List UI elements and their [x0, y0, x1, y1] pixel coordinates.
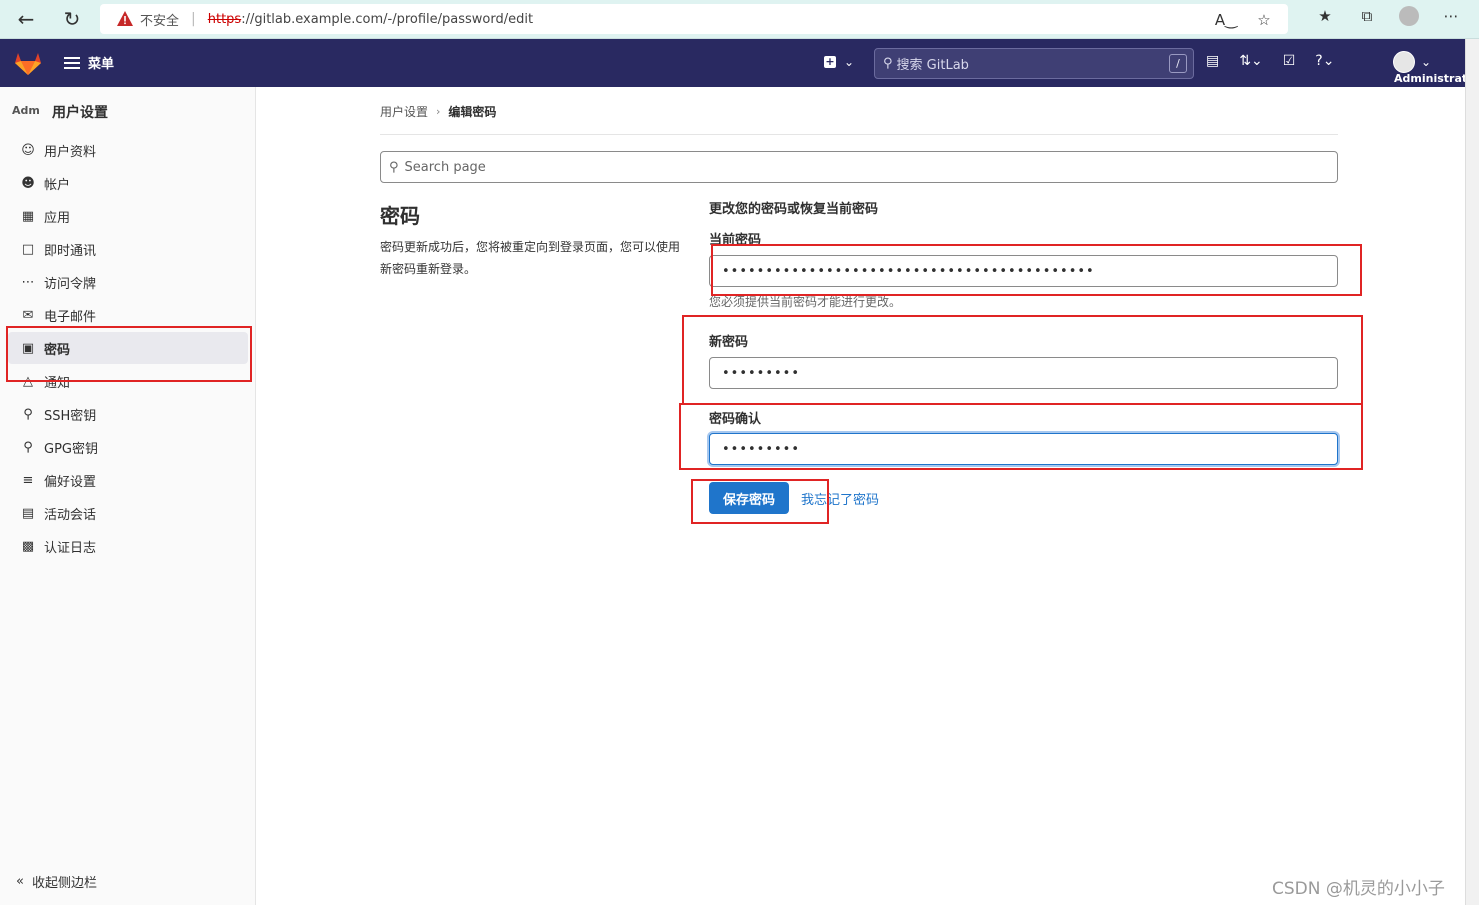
sidebar-item-2[interactable]: ▦ 应用 — [8, 200, 248, 232]
address-separator: | — [191, 11, 196, 27]
annotation-box-new — [682, 315, 1363, 405]
double-chevron-left-icon: « — [16, 874, 24, 889]
avatar — [1393, 51, 1415, 73]
account-icon: ☻ — [21, 175, 35, 191]
sidebar-item-label: 应用 — [44, 210, 71, 226]
sidebar-item-11[interactable]: ▤ 活动会话 — [8, 497, 248, 529]
back-icon[interactable]: ← — [12, 6, 40, 32]
menu-label: 菜单 — [88, 57, 115, 72]
sidebar-title: 用户设置 — [52, 105, 108, 121]
search-shortcut: / — [1169, 54, 1187, 73]
todos-icon[interactable]: ☑ — [1283, 53, 1296, 69]
favorites-icon[interactable]: ★ — [1315, 6, 1335, 26]
collapse-label: 收起侧边栏 — [31, 876, 97, 891]
collections-icon[interactable]: ⧉ — [1357, 6, 1377, 26]
warning-icon — [117, 11, 133, 26]
sessions-icon: ▤ — [21, 505, 35, 521]
sidebar-item-label: 即时通讯 — [44, 243, 97, 259]
chat-icon: □ — [21, 241, 35, 257]
key-icon: ⚲ — [23, 406, 33, 422]
chevron-down-icon: ⌄ — [844, 55, 855, 69]
divider — [380, 134, 1338, 135]
profile-icon[interactable] — [1399, 6, 1419, 26]
insecure-label: 不安全 — [140, 13, 180, 29]
sidebar-item-label: SSH密钥 — [44, 408, 97, 424]
help-icon[interactable]: ?⌄ — [1315, 53, 1334, 69]
sidebar-item-label: 电子邮件 — [44, 309, 97, 325]
annotation-box-confirm — [679, 403, 1363, 470]
address-bar[interactable]: 不安全 | https ://gitlab.example.com/-/prof… — [100, 4, 1288, 34]
annotation-box-save — [691, 479, 829, 524]
sidebar-header[interactable]: Adm 用户设置 — [12, 97, 108, 127]
gitlab-logo-icon[interactable] — [14, 50, 42, 76]
search-placeholder: 搜索 GitLab — [896, 58, 969, 73]
section-description: 密码更新成功后，您将被重定向到登录页面，您可以使用新密码重新登录。 — [380, 240, 681, 276]
global-search-input[interactable]: ⚲ 搜索 GitLab / — [874, 48, 1194, 79]
search-icon: ⚲ — [883, 56, 893, 71]
sidebar-item-4[interactable]: ⋯ 访问令牌 — [8, 266, 248, 298]
sidebar-item-label: 用户资料 — [44, 144, 97, 160]
user-menu[interactable]: ⌄ Administrator — [1393, 51, 1479, 87]
preferences-icon: ≡ — [22, 472, 34, 488]
sidebar-item-label: 访问令牌 — [44, 276, 97, 292]
breadcrumb: 用户设置 › 编辑密码 — [380, 103, 496, 120]
reload-icon[interactable]: ↻ — [58, 6, 86, 32]
sidebar-item-8[interactable]: ⚲ SSH密钥 — [8, 398, 248, 430]
sidebar-avatar: Adm — [12, 104, 40, 117]
add-favorite-icon[interactable]: ☆ — [1254, 10, 1274, 30]
token-icon: ⋯ — [21, 274, 35, 290]
applications-icon: ▦ — [21, 208, 35, 224]
watermark: CSDN @机灵的小小子 — [1272, 879, 1445, 899]
annotation-box-sidebar — [6, 326, 252, 382]
read-aloud-icon[interactable]: A‿ — [1215, 10, 1237, 30]
url-scheme: https — [207, 11, 242, 27]
breadcrumb-parent[interactable]: 用户设置 — [380, 103, 428, 120]
search-page-placeholder: Search page — [404, 159, 486, 175]
collapse-sidebar-button[interactable]: « 收起侧边栏 — [16, 872, 97, 891]
search-icon: ⚲ — [389, 159, 399, 175]
breadcrumb-current[interactable]: 编辑密码 — [448, 103, 496, 120]
browser-toolbar: ← ↻ 不安全 | https ://gitlab.example.com/-/… — [0, 0, 1479, 39]
sidebar-item-label: 活动会话 — [44, 507, 97, 523]
sidebar-item-label: 偏好设置 — [44, 474, 97, 490]
annotation-box-current — [711, 244, 1362, 296]
more-icon[interactable]: ⋯ — [1441, 6, 1461, 26]
user-icon: ☺ — [21, 142, 35, 158]
sidebar-item-3[interactable]: □ 即时通讯 — [8, 233, 248, 265]
search-page-input[interactable]: ⚲ Search page — [380, 151, 1338, 183]
sidebar-item-label: 帐户 — [44, 177, 71, 193]
log-icon: ▩ — [21, 538, 35, 554]
gitlab-header: 菜单 + ⌄ ⚲ 搜索 GitLab / ▤ ⇅⌄ ☑ ?⌄ ⌄ Adminis… — [0, 39, 1479, 87]
merge-requests-icon[interactable]: ⇅⌄ — [1239, 53, 1262, 69]
sidebar-item-label: GPG密钥 — [44, 441, 98, 457]
sidebar-item-10[interactable]: ≡ 偏好设置 — [8, 464, 248, 496]
new-dropdown[interactable]: + ⌄ — [824, 55, 854, 69]
issues-icon[interactable]: ▤ — [1206, 53, 1219, 69]
key-icon: ⚲ — [23, 439, 33, 455]
mail-icon: ✉ — [22, 307, 34, 323]
sidebar-item-9[interactable]: ⚲ GPG密钥 — [8, 431, 248, 463]
sidebar-item-1[interactable]: ☻ 帐户 — [8, 167, 248, 199]
sidebar-item-0[interactable]: ☺ 用户资料 — [8, 134, 248, 166]
form-heading: 更改您的密码或恢复当前密码 — [709, 202, 879, 217]
chevron-down-icon: ⌄ — [1421, 55, 1432, 69]
plus-icon: + — [824, 55, 836, 68]
scrollbar[interactable] — [1465, 39, 1479, 905]
section-title: 密码 — [380, 204, 420, 228]
url-path: ://gitlab.example.com/-/profile/password… — [241, 11, 534, 27]
chevron-right-icon: › — [436, 105, 441, 118]
sidebar-item-12[interactable]: ▩ 认证日志 — [8, 530, 248, 562]
hamburger-icon — [64, 56, 80, 69]
menu-button[interactable]: 菜单 — [64, 53, 114, 72]
sidebar-item-label: 认证日志 — [44, 540, 97, 556]
settings-sidebar: Adm 用户设置 ☺ 用户资料 ☻ 帐户 ▦ 应用 □ 即时通讯 ⋯ 访问令牌 ✉ 电子邮件 ▣ 密码 △ 通… — [0, 87, 256, 905]
